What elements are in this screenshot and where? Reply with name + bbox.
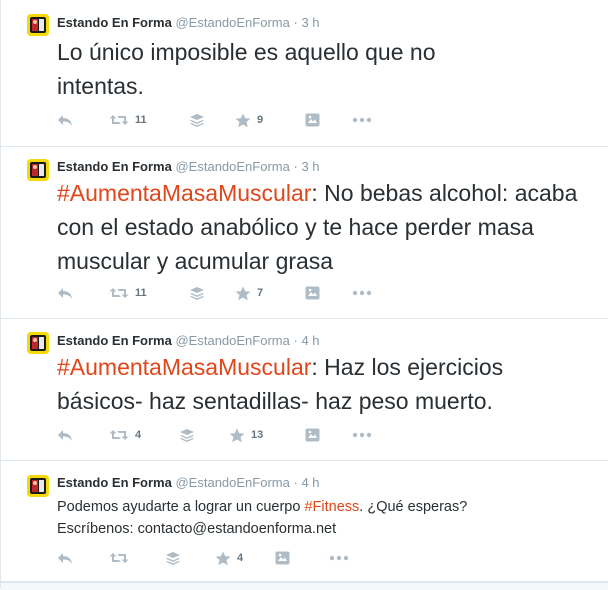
tweet[interactable]: Estando En Forma @EstandoEnForma · 3 h #… (1, 147, 608, 319)
separator: · (293, 475, 298, 490)
tweet-actions: 11 9 (57, 111, 397, 129)
favorite-icon (215, 551, 231, 565)
reply-icon (58, 288, 72, 299)
reply-button[interactable] (57, 284, 73, 302)
hashtag-link[interactable]: #AumentaMasaMuscular (57, 354, 311, 380)
buffer-icon (190, 286, 204, 300)
retweet-icon (109, 553, 129, 563)
preview-icon (305, 113, 320, 127)
tweet-text-after: . ¿Qué esperas? (359, 499, 468, 515)
more-button[interactable] (329, 549, 349, 567)
retweet-icon (109, 288, 129, 298)
fullname[interactable]: Estando En Forma (57, 333, 172, 348)
timestamp[interactable]: 4 h (301, 333, 319, 348)
retweet-button[interactable]: 11 (109, 111, 147, 129)
separator: · (293, 159, 298, 174)
fullname[interactable]: Estando En Forma (57, 159, 172, 174)
tweet-text: #AumentaMasaMuscular: No bebas alcohol: … (57, 176, 587, 278)
hashtag-link[interactable]: #Fitness (304, 499, 359, 515)
retweet-icon (109, 115, 129, 125)
favorite-count: 7 (257, 287, 264, 299)
buffer-button[interactable] (165, 549, 181, 567)
favorite-icon (235, 286, 251, 300)
avatar[interactable] (27, 159, 49, 181)
retweet-count: 11 (135, 114, 147, 126)
tweet-text-before: Podemos ayudarte a lograr un cuerpo (57, 499, 305, 515)
reply-icon (58, 430, 72, 441)
buffer-icon (190, 113, 204, 127)
fullname[interactable]: Estando En Forma (57, 475, 172, 490)
more-button[interactable] (352, 426, 372, 444)
favorite-button[interactable]: 7 (235, 284, 263, 302)
username[interactable]: @EstandoEnForma (175, 333, 289, 348)
retweet-count: 4 (135, 429, 142, 441)
more-icon (352, 117, 372, 123)
timeline: Estando En Forma @EstandoEnForma · 3 h L… (0, 0, 608, 590)
favorite-icon (229, 428, 245, 442)
tweet[interactable]: Estando En Forma @EstandoEnForma · 4 h P… (1, 461, 608, 582)
retweet-button[interactable]: 11 (109, 284, 147, 302)
reply-button[interactable] (57, 549, 73, 567)
tweet-text-line-2: Escríbenos: contacto@estandoenforma.net (57, 521, 337, 537)
preview-icon (305, 428, 320, 442)
favorite-count: 4 (237, 552, 244, 564)
reply-icon (58, 115, 72, 126)
buffer-button[interactable] (189, 284, 205, 302)
reply-button[interactable] (57, 426, 73, 444)
favorite-button[interactable]: 9 (235, 111, 263, 129)
tweet-header: Estando En Forma @EstandoEnForma · 4 h (57, 475, 320, 491)
more-button[interactable] (352, 284, 372, 302)
reply-button[interactable] (57, 111, 73, 129)
favorite-icon (235, 113, 251, 127)
retweet-button[interactable]: 4 (109, 426, 141, 444)
tweet-text: Lo único imposible es aquello que no int… (57, 39, 436, 99)
retweet-button[interactable] (109, 549, 129, 567)
reply-icon (58, 553, 72, 564)
more-icon (329, 555, 349, 561)
tweet-text: Podemos ayudarte a lograr un cuerpo #Fit… (57, 496, 597, 540)
tweet-actions: 11 7 (57, 284, 397, 302)
preview-button[interactable] (305, 426, 320, 444)
buffer-icon (180, 428, 194, 442)
separator: · (293, 15, 298, 30)
favorite-button[interactable]: 4 (215, 549, 243, 567)
tweet-text: #AumentaMasaMuscular: Haz los ejercicios… (57, 350, 587, 418)
preview-icon (275, 551, 290, 565)
tweet[interactable]: Estando En Forma @EstandoEnForma · 4 h #… (1, 319, 608, 461)
timestamp[interactable]: 4 h (301, 475, 319, 490)
tweet-header: Estando En Forma @EstandoEnForma · 4 h (57, 333, 320, 349)
tweet-header: Estando En Forma @EstandoEnForma · 3 h (57, 159, 320, 175)
more-icon (352, 290, 372, 296)
tweet-actions: 4 13 (57, 426, 397, 444)
timestamp[interactable]: 3 h (301, 159, 319, 174)
username[interactable]: @EstandoEnForma (175, 159, 289, 174)
tweet-header: Estando En Forma @EstandoEnForma · 3 h (57, 15, 320, 31)
fullname[interactable]: Estando En Forma (57, 15, 172, 30)
preview-button[interactable] (275, 549, 290, 567)
buffer-button[interactable] (179, 426, 195, 444)
more-icon (352, 432, 372, 438)
hashtag-link[interactable]: #AumentaMasaMuscular (57, 180, 311, 206)
favorite-button[interactable]: 13 (229, 426, 263, 444)
retweet-count: 11 (135, 287, 147, 299)
tweet[interactable]: Estando En Forma @EstandoEnForma · 3 h L… (1, 0, 608, 147)
retweet-icon (109, 430, 129, 440)
tweet-actions: 4 (57, 549, 397, 567)
preview-button[interactable] (305, 284, 320, 302)
username[interactable]: @EstandoEnForma (175, 15, 289, 30)
favorite-count: 9 (257, 114, 264, 126)
buffer-button[interactable] (189, 111, 205, 129)
tweet-text-line-1: Podemos ayudarte a lograr un cuerpo #Fit… (57, 496, 597, 518)
preview-button[interactable] (305, 111, 320, 129)
avatar[interactable] (27, 332, 49, 354)
timestamp[interactable]: 3 h (301, 15, 319, 30)
avatar[interactable] (27, 475, 49, 497)
avatar[interactable] (27, 14, 49, 36)
separator: · (293, 333, 298, 348)
username[interactable]: @EstandoEnForma (175, 475, 289, 490)
favorite-count: 13 (251, 429, 264, 441)
preview-icon (305, 286, 320, 300)
more-button[interactable] (352, 111, 372, 129)
buffer-icon (166, 551, 180, 565)
